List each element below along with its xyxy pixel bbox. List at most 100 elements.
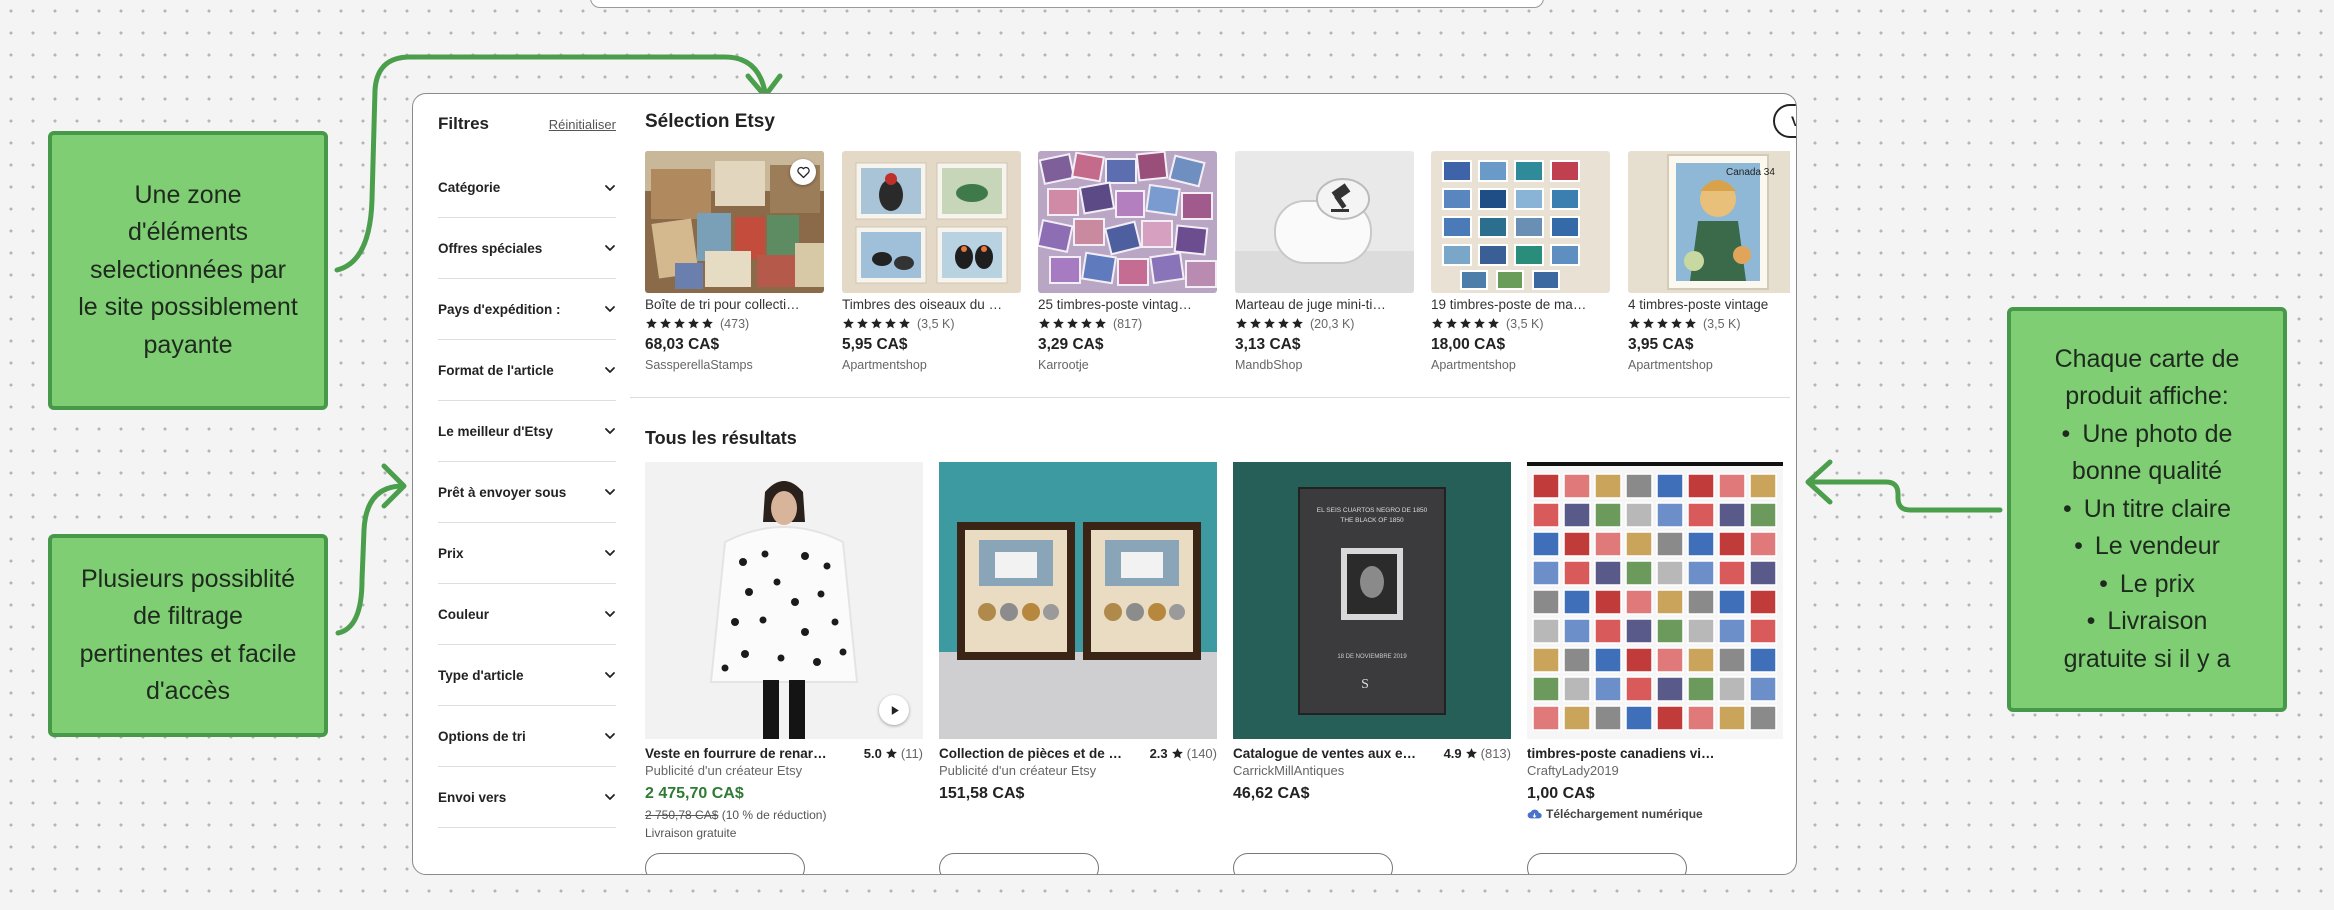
product-rating: (20,3 K) (1235, 316, 1414, 331)
filter-label: Options de tri (438, 728, 526, 744)
star-icon (1465, 748, 1477, 759)
product-image[interactable] (645, 151, 824, 293)
book-date: 18 DE NOVIEMBRE 2019 (1337, 654, 1407, 660)
star-icon (1629, 318, 1640, 329)
add-to-cart-button[interactable] (1233, 853, 1393, 874)
filter-row[interactable]: Format de l'article (438, 340, 616, 401)
filter-row[interactable]: Prêt à envoyer sous (438, 462, 616, 523)
product-image[interactable] (842, 151, 1021, 293)
annotation-filters: Plusieurs possiblité de filtrage pertine… (48, 534, 328, 737)
selection-card[interactable]: Canada 34 4 timbres-poste vintage (3,5 K… (1628, 151, 1790, 372)
all-results-title: Tous les résultats (645, 428, 797, 448)
product-image[interactable] (645, 462, 923, 739)
product-price: 46,62 CA$ (1233, 785, 1310, 802)
product-image[interactable] (1235, 151, 1414, 293)
filter-row[interactable]: Prix (438, 523, 616, 584)
result-title-row: Veste en fourrure de renar… 5.0 (11) (645, 746, 923, 761)
product-title[interactable]: Veste en fourrure de renar… (645, 746, 858, 761)
book-title-line2: THE BLACK OF 1850 (1340, 517, 1404, 524)
filter-list: Catégorie Offres spéciales Pays d'expéditi… (438, 158, 616, 828)
add-to-cart-button[interactable] (645, 853, 805, 874)
star-icon (1236, 318, 1247, 329)
product-price: 3,29 CA$ (1038, 336, 1104, 353)
filter-row[interactable]: Pays d'expédition : (438, 279, 616, 340)
chevron-down-icon (604, 303, 616, 315)
shop-name: Apartmentshop (1628, 358, 1713, 372)
filter-row[interactable]: Couleur (438, 584, 616, 645)
product-image[interactable] (1038, 151, 1217, 293)
etsy-selection-strip: Boîte de tri pour collecti… (473) 68,03 … (645, 151, 1790, 391)
digital-download-text: Téléchargement numérique (1546, 807, 1703, 821)
product-rating: (3,5 K) (1431, 316, 1610, 331)
selection-card[interactable]: Marteau de juge mini-ti… (20,3 K) 3,13 C… (1235, 151, 1414, 372)
filter-row[interactable]: Options de tri (438, 706, 616, 767)
filter-row[interactable]: Type d'article (438, 645, 616, 706)
product-image[interactable] (1527, 462, 1783, 739)
product-title[interactable]: 4 timbres-poste vintage (1628, 297, 1790, 312)
arrow-to-card (1807, 479, 2003, 513)
rating-value: 4.9 (1443, 746, 1462, 761)
star-icon (1053, 318, 1064, 329)
add-to-cart-button[interactable] (939, 853, 1099, 874)
product-image[interactable]: EL SEIS CUARTOS NEGRO DE 1850 THE BLACK … (1233, 462, 1511, 739)
star-icon (1264, 318, 1275, 329)
star-icon (1039, 318, 1050, 329)
result-title-row: Collection de pièces et de … 2.3 (140) (939, 746, 1217, 761)
shop-name: Apartmentshop (842, 358, 927, 372)
product-title[interactable]: 25 timbres-poste vintag… (1038, 297, 1217, 312)
reset-filters-link[interactable]: Réinitialiser (549, 117, 616, 132)
filter-row[interactable]: Catégorie (438, 158, 616, 218)
selection-card[interactable]: Timbres des oiseaux du … (3,5 K) 5,95 CA… (842, 151, 1021, 372)
filters-header: Filtres Réinitialiser (438, 114, 616, 158)
play-video-button[interactable] (879, 695, 909, 725)
result-card[interactable]: timbres-poste canadiens vi… CraftyLady20… (1527, 462, 1783, 821)
filter-row[interactable]: Envoi vers (438, 767, 616, 828)
annotation-card-item: Livraison (2025, 603, 2269, 641)
product-image[interactable] (1431, 151, 1610, 293)
original-price: 2 750,78 CA$ (645, 808, 719, 822)
product-title[interactable]: Boîte de tri pour collecti… (645, 297, 824, 312)
product-rating: (3,5 K) (1628, 316, 1790, 331)
heart-icon (796, 166, 810, 178)
book-title-line1: EL SEIS CUARTOS NEGRO DE 1850 (1317, 507, 1428, 514)
add-to-cart-button[interactable] (1527, 853, 1687, 874)
product-image[interactable] (939, 462, 1217, 739)
product-image[interactable]: Canada 34 (1628, 151, 1790, 293)
favorite-button[interactable] (790, 159, 816, 185)
result-card[interactable]: Collection de pièces et de … 2.3 (140) Pu… (939, 462, 1217, 803)
filter-label: Couleur (438, 606, 490, 622)
etsy-search-page: Filtres Réinitialiser Catégorie Offres sp… (412, 93, 1797, 875)
star-rating (1431, 317, 1500, 330)
product-title[interactable]: timbres-poste canadiens vi… (1527, 746, 1783, 761)
product-price: 151,58 CA$ (939, 785, 1025, 802)
result-card[interactable]: EL SEIS CUARTOS NEGRO DE 1850 THE BLACK … (1233, 462, 1511, 803)
product-title[interactable]: Catalogue de ventes aux e… (1233, 746, 1438, 761)
annotation-card-item: bonne qualité (2071, 457, 2223, 486)
filter-label: Offres spéciales (438, 240, 543, 256)
filter-row[interactable]: Offres spéciales (438, 218, 616, 279)
selection-card[interactable]: 25 timbres-poste vintag… (817) 3,29 CA$ … (1038, 151, 1217, 372)
star-icon (899, 318, 910, 329)
voir-plus-button[interactable]: Voir plus (1773, 104, 1796, 138)
filter-label: Prix (438, 545, 464, 561)
shop-name: CarrickMillAntiques (1233, 763, 1345, 778)
annotation-card-list: Une photo de bonne qualité Un titre clai… (2025, 416, 2269, 679)
star-icon (1292, 318, 1303, 329)
product-title[interactable]: Timbres des oiseaux du … (842, 297, 1021, 312)
product-price: 1,00 CA$ (1527, 785, 1595, 802)
product-price: 5,95 CA$ (842, 336, 908, 353)
discount-label: (10 % de réduction) (721, 808, 827, 822)
result-title-row: Catalogue de ventes aux e… 4.9 (813) (1233, 746, 1511, 761)
annotation-card-head: Chaque carte de produit affiche: (2054, 344, 2240, 411)
selection-card[interactable]: 19 timbres-poste de ma… (3,5 K) 18,00 CA… (1431, 151, 1610, 372)
filter-row[interactable]: Le meilleur d'Etsy (438, 401, 616, 462)
result-card[interactable]: Veste en fourrure de renar… 5.0 (11) Publ… (645, 462, 923, 840)
product-title[interactable]: Collection de pièces et de … (939, 746, 1144, 761)
coin-collection-photo (939, 462, 1217, 739)
product-title[interactable]: Marteau de juge mini-ti… (1235, 297, 1414, 312)
selection-card[interactable]: Boîte de tri pour collecti… (473) 68,03 … (645, 151, 824, 372)
annotation-selection-text: Une zone d'éléments selectionnées par le… (78, 180, 298, 359)
star-icon (1474, 318, 1485, 329)
star-icon (646, 318, 657, 329)
product-title[interactable]: 19 timbres-poste de ma… (1431, 297, 1610, 312)
